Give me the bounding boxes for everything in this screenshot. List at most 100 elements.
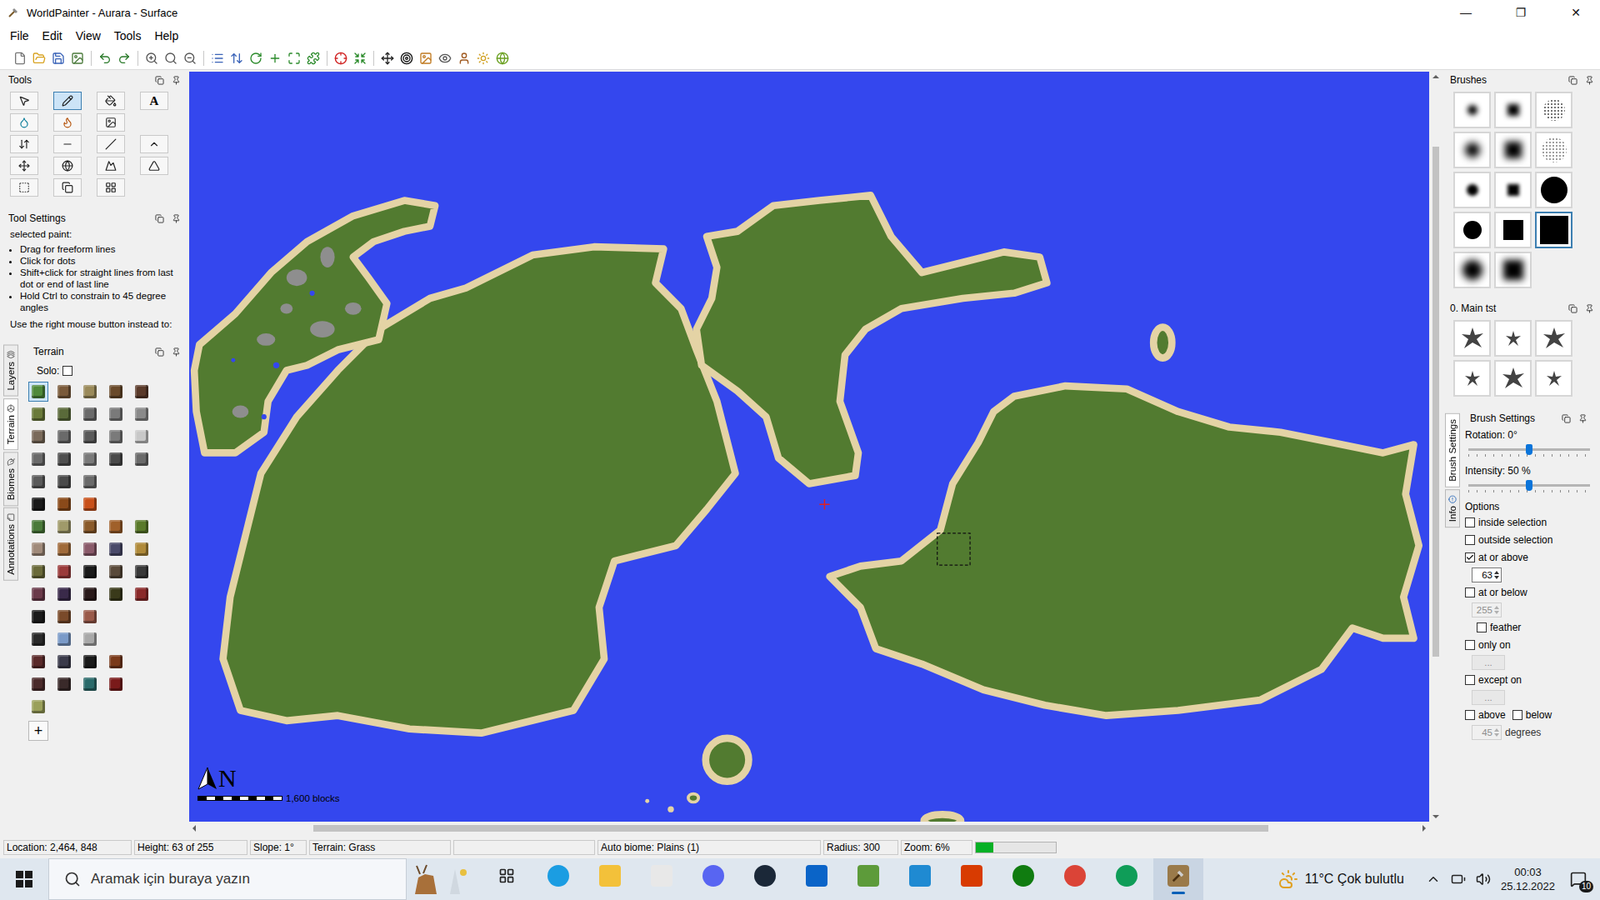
menu-item[interactable]: View — [69, 27, 108, 45]
store-taskbar-button[interactable] — [636, 858, 687, 900]
tool-button[interactable] — [96, 135, 125, 154]
terrain-swatch[interactable] — [80, 629, 100, 650]
vscode-taskbar-button[interactable] — [895, 858, 945, 900]
battery-icon[interactable] — [1450, 871, 1466, 887]
checkbox[interactable] — [1465, 710, 1475, 720]
office-taskbar-button[interactable] — [946, 858, 997, 900]
terrain-swatch[interactable] — [131, 426, 152, 447]
discord-taskbar-button[interactable] — [688, 858, 739, 900]
toolbar-button[interactable] — [143, 50, 160, 67]
tool-button[interactable] — [10, 178, 39, 197]
terrain-swatch[interactable] — [131, 404, 152, 425]
toolbar-button[interactable] — [162, 50, 180, 67]
notification-button[interactable]: 10 — [1565, 865, 1592, 893]
brush-button[interactable] — [1494, 91, 1532, 129]
number-field[interactable]: 45 — [1471, 725, 1502, 740]
terrain-swatch[interactable] — [80, 449, 100, 470]
terrain-swatch[interactable] — [80, 584, 100, 605]
terrain-swatch[interactable] — [54, 584, 75, 605]
terrain-swatch[interactable] — [28, 696, 49, 717]
toolbar-button[interactable] — [455, 50, 473, 67]
brush-button[interactable] — [1453, 91, 1491, 129]
map-view[interactable]: N1,600 blocks — [189, 71, 1430, 822]
terrain-swatch[interactable] — [54, 404, 75, 425]
terrain-swatch[interactable] — [131, 516, 152, 537]
tool-button[interactable] — [96, 178, 125, 197]
add-terrain-button[interactable]: + — [28, 720, 49, 741]
checkbox[interactable] — [1465, 640, 1475, 650]
terrain-swatch[interactable] — [105, 674, 126, 695]
choose-button[interactable]: ... — [1471, 655, 1505, 670]
terrain-swatch[interactable] — [105, 381, 126, 402]
terrain-swatch[interactable] — [80, 404, 100, 425]
custom-brush-button[interactable] — [1535, 360, 1573, 397]
terrain-swatch[interactable] — [28, 561, 49, 582]
tool-button[interactable] — [53, 135, 82, 154]
terrain-swatch[interactable] — [105, 584, 126, 605]
terrain-swatch[interactable] — [28, 629, 49, 650]
brush-button[interactable] — [1494, 131, 1532, 169]
toolbar-button[interactable] — [332, 50, 350, 67]
toolbar-button[interactable] — [115, 50, 133, 67]
terrain-swatch[interactable] — [28, 449, 49, 470]
side-tab[interactable]: Biomes — [3, 451, 19, 506]
checkbox[interactable] — [1476, 622, 1487, 633]
brush-button[interactable] — [1494, 251, 1532, 289]
custom-brush-button[interactable] — [1453, 360, 1491, 397]
side-tab[interactable]: Info — [1445, 489, 1460, 528]
brush-button[interactable] — [1535, 91, 1573, 129]
toolbar-button[interactable] — [285, 50, 303, 67]
slider-thumb[interactable] — [1525, 444, 1533, 455]
file-explorer-taskbar-button[interactable] — [585, 858, 635, 900]
terrain-swatch[interactable] — [80, 651, 100, 672]
checkbox[interactable] — [1465, 552, 1475, 563]
terrain-swatch[interactable] — [105, 651, 126, 672]
tool-button[interactable] — [53, 91, 82, 110]
terrain-swatch[interactable] — [28, 674, 49, 695]
terrain-swatch[interactable] — [54, 516, 75, 537]
float-icon[interactable] — [153, 74, 165, 86]
tool-button[interactable]: A — [140, 91, 169, 110]
horizontal-scrollbar[interactable] — [189, 821, 1430, 835]
checkbox[interactable] — [1465, 535, 1475, 545]
pin-icon[interactable] — [170, 74, 182, 86]
toolbar-button[interactable] — [475, 50, 492, 67]
chrome-profile-taskbar-button[interactable] — [1101, 858, 1152, 900]
weather[interactable]: 11°C Çok bulutlu — [1278, 869, 1405, 890]
toolbar-button[interactable] — [379, 50, 396, 67]
terrain-swatch[interactable] — [54, 494, 75, 515]
terrain-swatch[interactable] — [80, 426, 100, 447]
float-icon[interactable] — [1566, 74, 1579, 86]
terrain-swatch[interactable] — [54, 449, 75, 470]
terrain-swatch[interactable] — [28, 381, 49, 402]
tray-chevron-icon[interactable] — [1425, 871, 1441, 887]
terrain-swatch[interactable] — [28, 584, 49, 605]
float-icon[interactable] — [153, 212, 165, 225]
terrain-swatch[interactable] — [80, 381, 100, 402]
terrain-swatch[interactable] — [28, 426, 49, 447]
chrome-taskbar-button[interactable] — [1050, 858, 1100, 900]
side-tab[interactable]: Annotations — [3, 507, 19, 581]
toolbar-button[interactable] — [181, 50, 199, 67]
terrain-swatch[interactable] — [131, 561, 152, 582]
window-control[interactable]: — — [1441, 0, 1490, 25]
slider[interactable] — [1468, 444, 1590, 458]
toolbar-button[interactable] — [30, 50, 48, 67]
steam-taskbar-button[interactable] — [740, 858, 790, 900]
brush-button[interactable] — [1535, 131, 1573, 169]
terrain-swatch[interactable] — [105, 539, 126, 560]
terrain-swatch[interactable] — [54, 674, 75, 695]
terrain-swatch[interactable] — [54, 606, 75, 627]
number-field[interactable]: 255 — [1471, 602, 1502, 618]
tool-button[interactable] — [10, 156, 39, 175]
terrain-swatch[interactable] — [28, 404, 49, 425]
menu-item[interactable]: Tools — [107, 27, 149, 45]
scroll-thumb[interactable] — [1432, 146, 1440, 657]
pin-icon[interactable] — [170, 212, 182, 225]
toolbar-button[interactable] — [50, 50, 67, 67]
task-view-taskbar-button[interactable] — [481, 858, 532, 900]
number-field[interactable]: 63 — [1471, 567, 1502, 583]
vertical-scrollbar[interactable] — [1429, 71, 1443, 822]
tool-button[interactable] — [53, 156, 82, 175]
terrain-swatch[interactable] — [80, 674, 100, 695]
